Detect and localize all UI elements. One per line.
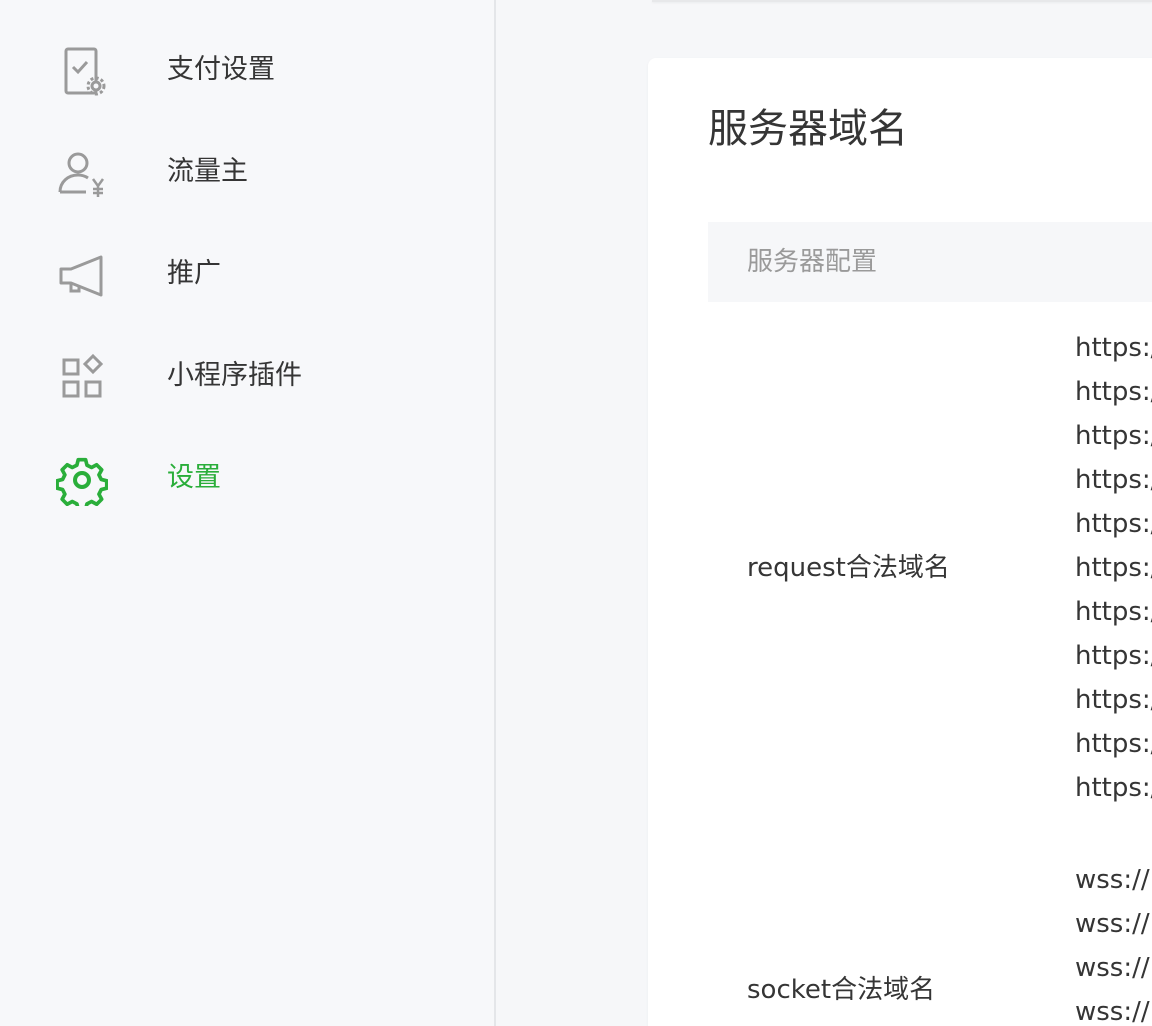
list-item: https:/	[1075, 465, 1152, 495]
list-item: https:/	[1075, 421, 1152, 451]
request-domain-list: https:/ https:/ https:/ https:/ https:/ …	[1075, 326, 1152, 810]
gear-icon	[56, 454, 108, 506]
app-window: 支付设置 流量主 推广 小程序插件 设置 服务器域名 服务器配置 request…	[0, 0, 1152, 1026]
list-item: https:/	[1075, 685, 1152, 715]
sidebar-item-label: 小程序插件	[167, 360, 302, 391]
sidebar-item-payment-settings[interactable]: 支付设置	[0, 30, 494, 110]
row-label-request-domain: request合法域名	[747, 553, 950, 583]
card-title: 服务器域名	[708, 106, 908, 152]
phone-settings-icon	[56, 46, 108, 98]
list-item: https:/	[1075, 333, 1152, 363]
sidebar-item-traffic-owner[interactable]: 流量主	[0, 132, 494, 212]
list-item: https:/	[1075, 641, 1152, 671]
list-item: wss://	[1075, 997, 1150, 1026]
list-item: wss://	[1075, 953, 1150, 983]
list-item: https:/	[1075, 597, 1152, 627]
megaphone-icon	[56, 250, 108, 302]
list-item: wss://	[1075, 909, 1150, 939]
server-domain-card: 服务器域名 服务器配置 request合法域名 https:/ https:/ …	[648, 58, 1152, 1026]
sidebar-item-label: 流量主	[167, 156, 248, 187]
sidebar-item-label: 设置	[167, 462, 221, 493]
table-header: 服务器配置	[708, 222, 1152, 302]
socket-domain-list: wss:// wss:// wss:// wss://	[1075, 858, 1152, 1026]
sidebar-item-label: 推广	[167, 258, 221, 289]
main-content: 服务器域名 服务器配置 request合法域名 https:/ https:/ …	[496, 0, 1152, 1026]
list-item: https:/	[1075, 509, 1152, 539]
sidebar: 支付设置 流量主 推广 小程序插件 设置	[0, 0, 496, 1026]
user-yuan-icon	[56, 148, 108, 200]
sidebar-item-settings[interactable]: 设置	[0, 438, 494, 518]
sidebar-item-promotion[interactable]: 推广	[0, 234, 494, 314]
sidebar-item-mini-program-plugins[interactable]: 小程序插件	[0, 336, 494, 416]
table-header-server-config: 服务器配置	[747, 247, 878, 277]
list-item: https:/	[1075, 773, 1152, 803]
list-item: https:/	[1075, 729, 1152, 759]
top-panel-edge	[652, 0, 1152, 2]
plugin-grid-icon	[56, 352, 108, 404]
list-item: wss://	[1075, 865, 1150, 895]
row-label-socket-domain: socket合法域名	[747, 975, 936, 1005]
list-item: https:/	[1075, 377, 1152, 407]
list-item: https:/	[1075, 553, 1152, 583]
sidebar-item-label: 支付设置	[167, 54, 275, 85]
